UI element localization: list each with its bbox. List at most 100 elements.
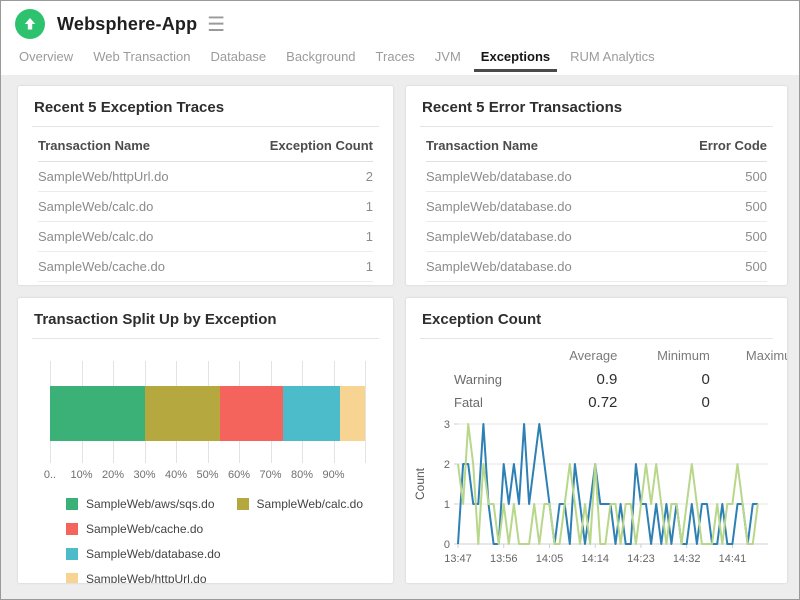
legend-swatch bbox=[66, 523, 78, 535]
x-tick-label: 14:05 bbox=[536, 553, 564, 565]
table-row[interactable]: SampleWeb/database.do 1 bbox=[38, 282, 373, 286]
warning-maximum: 3 bbox=[710, 368, 787, 391]
y-tick-label: 1 bbox=[444, 499, 450, 511]
tab-rum-analytics[interactable]: RUM Analytics bbox=[563, 47, 662, 72]
app-status-up-icon bbox=[15, 9, 45, 39]
legend-swatch bbox=[237, 498, 249, 510]
warning-minimum: 0 bbox=[617, 368, 709, 391]
table-row[interactable]: SampleWeb/calc.do 1 bbox=[38, 192, 373, 222]
error-code-cell: 500 bbox=[659, 282, 767, 286]
legend-swatch bbox=[66, 573, 78, 583]
panel-title: Recent 5 Exception Traces bbox=[18, 86, 393, 126]
tab-jvm[interactable]: JVM bbox=[428, 47, 468, 72]
column-header-error-code: Error Code bbox=[659, 129, 767, 162]
panel-error-transactions: Recent 5 Error Transactions Transaction … bbox=[406, 86, 787, 285]
table-row[interactable]: SampleWeb/database.do 500 bbox=[426, 222, 767, 252]
exception-count-cell: 1 bbox=[234, 222, 373, 252]
error-code-cell: 500 bbox=[659, 222, 767, 252]
dashboard: Recent 5 Exception Traces Transaction Na… bbox=[1, 75, 799, 583]
table-row[interactable]: SampleWeb/database.do 500 bbox=[426, 192, 767, 222]
column-header-exception-count: Exception Count bbox=[234, 129, 373, 162]
transaction-name-cell: SampleWeb/database.do bbox=[426, 282, 659, 286]
legend-label: SampleWeb/database.do bbox=[86, 547, 221, 561]
y-tick-label: 3 bbox=[444, 419, 450, 431]
transaction-name-cell: SampleWeb/database.do bbox=[426, 222, 659, 252]
x-tick-label: 14:23 bbox=[627, 553, 655, 565]
bar-segment[interactable] bbox=[145, 386, 221, 441]
stats-header-maximum: Maximum bbox=[710, 342, 787, 368]
bar-x-tick-label: 90% bbox=[322, 469, 344, 481]
transaction-name-cell: SampleWeb/database.do bbox=[426, 162, 659, 192]
transaction-name-cell: SampleWeb/calc.do bbox=[38, 222, 234, 252]
tab-background[interactable]: Background bbox=[279, 47, 362, 72]
table-row[interactable]: SampleWeb/cache.do 1 bbox=[38, 252, 373, 282]
exception-count-cell: 1 bbox=[234, 282, 373, 286]
bar-x-tick-label: 0.. bbox=[44, 469, 56, 481]
bar-segment[interactable] bbox=[50, 386, 145, 441]
table-row[interactable]: SampleWeb/database.do 500 bbox=[426, 252, 767, 282]
y-tick-label: 0 bbox=[444, 539, 450, 551]
tab-bar: Overview Web Transaction Database Backgr… bbox=[1, 47, 799, 75]
bar-segment[interactable] bbox=[220, 386, 283, 441]
x-tick-label: 13:47 bbox=[444, 553, 472, 565]
app-header: Websphere-App ☰ bbox=[1, 1, 799, 47]
y-tick-label: 2 bbox=[444, 459, 450, 471]
exception-count-line-chart: 012313:4713:5614:0514:1414:2314:3214:41C… bbox=[412, 416, 781, 583]
legend-label: SampleWeb/cache.do bbox=[86, 522, 203, 536]
y-axis-label: Count bbox=[413, 467, 427, 500]
table-row[interactable]: SampleWeb/database.do 500 bbox=[426, 162, 767, 192]
x-tick-label: 14:32 bbox=[673, 553, 701, 565]
exception-stats-wrap: Average Minimum Maximum Warning 0.9 0 3 … bbox=[406, 342, 787, 414]
table-row[interactable]: SampleWeb/calc.do 1 bbox=[38, 222, 373, 252]
tab-exceptions[interactable]: Exceptions bbox=[474, 47, 557, 72]
bar-x-tick-label: 20% bbox=[102, 469, 124, 481]
exception-count-cell: 2 bbox=[234, 162, 373, 192]
x-tick-label: 14:41 bbox=[719, 553, 747, 565]
table-row[interactable]: SampleWeb/httpUrl.do 2 bbox=[38, 162, 373, 192]
transaction-name-cell: SampleWeb/database.do bbox=[426, 252, 659, 282]
bar-chart-legend: SampleWeb/aws/sqs.do SampleWeb/calc.do Sam… bbox=[66, 497, 373, 583]
bar-legend-item[interactable]: SampleWeb/calc.do bbox=[237, 497, 364, 511]
bar-legend-item[interactable]: SampleWeb/cache.do bbox=[66, 522, 203, 536]
tab-web-transaction[interactable]: Web Transaction bbox=[86, 47, 197, 72]
column-header-transaction-name: Transaction Name bbox=[426, 129, 659, 162]
error-code-cell: 500 bbox=[659, 192, 767, 222]
divider bbox=[32, 338, 379, 339]
tab-overview[interactable]: Overview bbox=[12, 47, 80, 72]
transaction-name-cell: SampleWeb/database.do bbox=[426, 192, 659, 222]
table-row[interactable]: SampleWeb/database.do 500 bbox=[426, 282, 767, 286]
hamburger-menu-icon[interactable]: ☰ bbox=[207, 13, 225, 35]
bar-segment[interactable] bbox=[340, 386, 365, 441]
error-code-cell: 500 bbox=[659, 252, 767, 282]
tab-database[interactable]: Database bbox=[204, 47, 274, 72]
transaction-name-cell: SampleWeb/httpUrl.do bbox=[38, 162, 234, 192]
bar-legend-item[interactable]: SampleWeb/aws/sqs.do bbox=[66, 497, 215, 511]
stacked-bar bbox=[50, 386, 365, 441]
divider bbox=[420, 338, 773, 339]
legend-label: SampleWeb/httpUrl.do bbox=[86, 572, 207, 583]
bar-grid-line bbox=[365, 361, 366, 463]
legend-label: SampleWeb/aws/sqs.do bbox=[86, 497, 215, 511]
bar-legend-item[interactable]: SampleWeb/database.do bbox=[66, 547, 221, 561]
bar-x-tick-label: 40% bbox=[165, 469, 187, 481]
bar-x-tick-label: 10% bbox=[70, 469, 92, 481]
bar-x-tick-label: 80% bbox=[291, 469, 313, 481]
transaction-name-cell: SampleWeb/database.do bbox=[38, 282, 234, 286]
panel-title: Transaction Split Up by Exception bbox=[18, 298, 393, 338]
stats-row-label: Warning bbox=[406, 368, 525, 391]
fatal-average: 0.72 bbox=[525, 391, 617, 414]
transaction-name-cell: SampleWeb/calc.do bbox=[38, 192, 234, 222]
transaction-name-cell: SampleWeb/cache.do bbox=[38, 252, 234, 282]
tab-traces[interactable]: Traces bbox=[369, 47, 422, 72]
bar-x-tick-label: 50% bbox=[196, 469, 218, 481]
bar-legend-item[interactable]: SampleWeb/httpUrl.do bbox=[66, 572, 207, 583]
legend-swatch bbox=[66, 498, 78, 510]
exception-count-cell: 1 bbox=[234, 192, 373, 222]
bar-x-tick-label: 30% bbox=[133, 469, 155, 481]
bar-x-tick-label: 70% bbox=[259, 469, 281, 481]
divider bbox=[420, 126, 773, 127]
warning-average: 0.9 bbox=[525, 368, 617, 391]
bar-segment[interactable] bbox=[283, 386, 340, 441]
panel-exception-traces: Recent 5 Exception Traces Transaction Na… bbox=[18, 86, 393, 285]
legend-label: SampleWeb/calc.do bbox=[257, 497, 364, 511]
